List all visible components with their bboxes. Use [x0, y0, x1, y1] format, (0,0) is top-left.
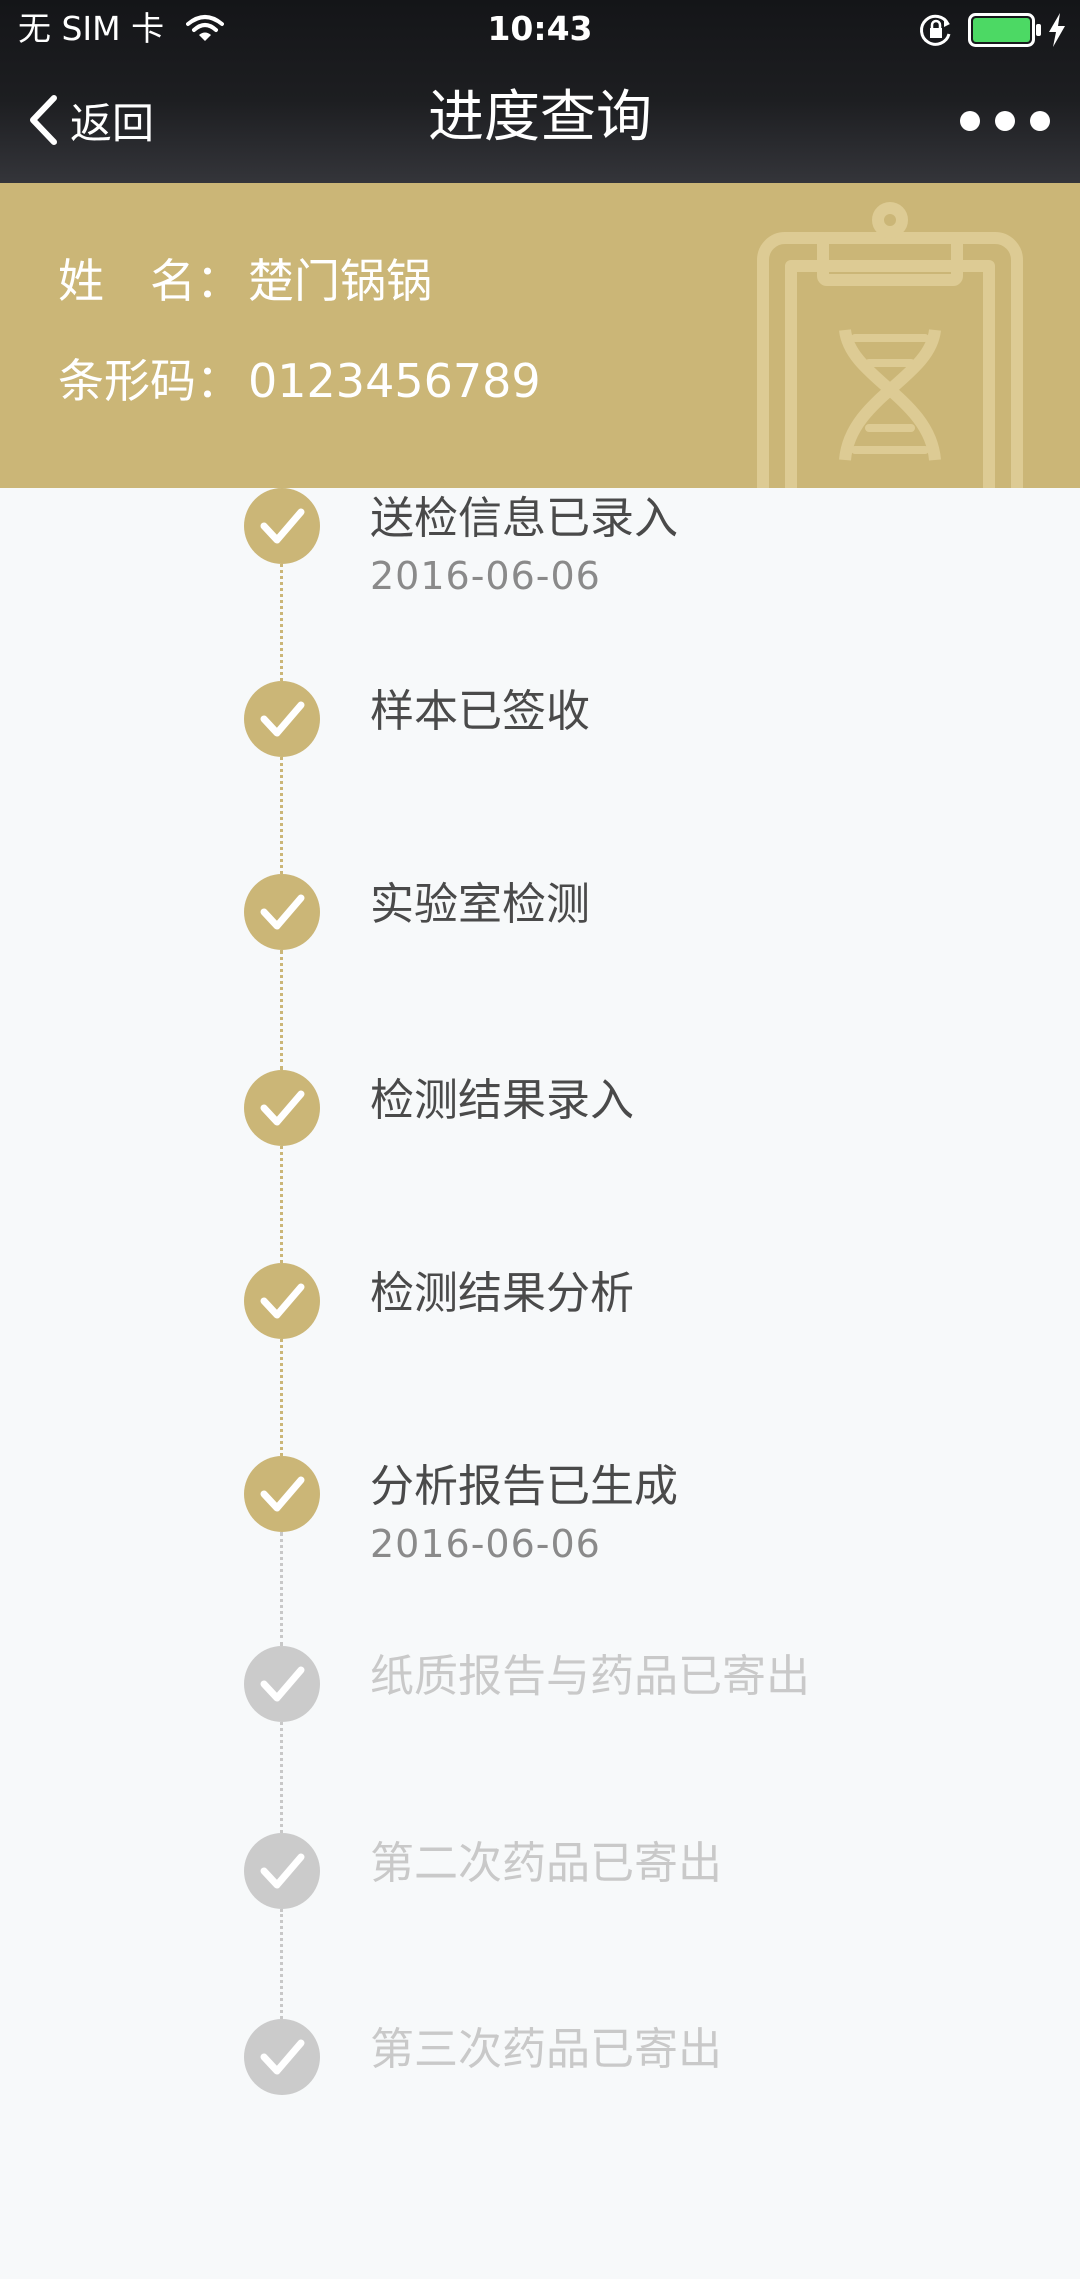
status-bar: 无 SIM 卡 10:43	[0, 0, 1080, 58]
step-status-circle	[244, 2019, 320, 2095]
timeline-connector	[280, 757, 283, 874]
check-icon	[260, 894, 305, 930]
step-title: 检测结果录入	[370, 1075, 634, 1126]
timeline-step: 样本已签收	[0, 681, 1080, 761]
timeline-step: 检测结果录入	[0, 1070, 1080, 1150]
step-title: 第三次药品已寄出	[370, 2024, 722, 2075]
step-title: 纸质报告与药品已寄出	[370, 1651, 810, 1702]
step-status-circle	[244, 1646, 320, 1722]
timeline-connector	[280, 950, 283, 1070]
step-status-circle	[244, 1263, 320, 1339]
step-title: 送检信息已录入	[370, 493, 678, 544]
timeline-step: 分析报告已生成 2016-06-06	[0, 1456, 1080, 1566]
battery-icon	[968, 13, 1041, 47]
timeline-step: 第三次药品已寄出	[0, 2019, 1080, 2099]
step-title: 分析报告已生成	[370, 1461, 678, 1512]
step-status-circle	[244, 681, 320, 757]
top-bar: 无 SIM 卡 10:43 返回 进度查询	[0, 0, 1080, 183]
progress-timeline: 送检信息已录入 2016-06-06 样本已签收 实验室检测 检测结果录入 检测…	[0, 488, 1080, 2279]
more-dots-icon[interactable]	[955, 100, 1055, 140]
check-icon	[260, 1090, 305, 1126]
timeline-step: 纸质报告与药品已寄出	[0, 1646, 1080, 1726]
step-status-circle	[244, 1833, 320, 1909]
charging-bolt-icon	[1049, 13, 1065, 47]
more-dot	[960, 111, 980, 131]
check-icon	[260, 701, 305, 737]
barcode-label: 条形码：	[58, 354, 242, 408]
patient-info-banner: 姓 名： 楚门锅锅 条形码： 0123456789	[0, 183, 1080, 488]
timeline-connector	[280, 1722, 283, 1833]
timeline-connector	[280, 564, 283, 681]
name-label: 姓 名：	[58, 254, 242, 308]
timeline-connector	[280, 1146, 283, 1263]
timeline-step: 第二次药品已寄出	[0, 1833, 1080, 1913]
step-date: 2016-06-06	[370, 554, 601, 598]
dna-clipboard-icon	[757, 202, 1023, 488]
orientation-lock-icon	[920, 14, 951, 46]
step-status-circle	[244, 1456, 320, 1532]
step-status-circle	[244, 1070, 320, 1146]
check-icon	[260, 1283, 305, 1319]
more-dot	[995, 111, 1015, 131]
step-status-circle	[244, 874, 320, 950]
nav-bar: 返回 进度查询	[0, 58, 1080, 183]
step-title: 第二次药品已寄出	[370, 1838, 722, 1889]
timeline-connector	[280, 1909, 283, 2019]
name-value: 楚门锅锅	[248, 254, 432, 308]
step-date: 2016-06-06	[370, 1522, 601, 1566]
check-icon	[260, 508, 305, 544]
step-title: 实验室检测	[370, 879, 590, 930]
step-title: 样本已签收	[370, 686, 590, 737]
check-icon	[260, 1476, 305, 1512]
step-status-circle	[244, 488, 320, 564]
check-icon	[260, 2039, 305, 2075]
timeline-step: 送检信息已录入 2016-06-06	[0, 488, 1080, 598]
barcode-value: 0123456789	[248, 354, 541, 408]
barcode-row: 条形码： 0123456789	[58, 351, 541, 411]
timeline-connector	[280, 1339, 283, 1456]
page-title: 进度查询	[428, 85, 652, 150]
timeline-connector	[280, 1532, 283, 1646]
timeline-step: 检测结果分析	[0, 1263, 1080, 1343]
name-row: 姓 名： 楚门锅锅	[58, 251, 432, 311]
timeline-step: 实验室检测	[0, 874, 1080, 954]
check-icon	[260, 1853, 305, 1889]
check-icon	[260, 1666, 305, 1702]
step-title: 检测结果分析	[370, 1268, 634, 1319]
more-dot	[1030, 111, 1050, 131]
